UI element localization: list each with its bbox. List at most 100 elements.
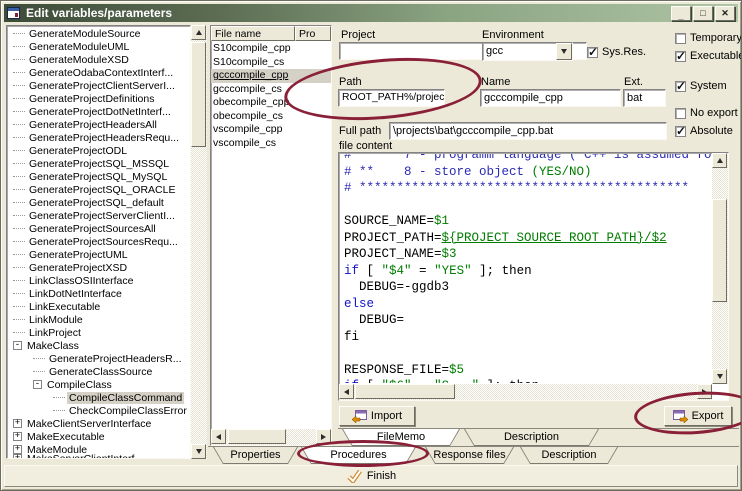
tree-item[interactable]: GenerateProjectHeadersR... (7, 352, 190, 365)
tree-item-label[interactable]: GenerateProjectODL (27, 145, 129, 157)
tab-description[interactable]: Description (520, 447, 618, 464)
tree-item[interactable]: GenerateProjectSQL_ORACLE (7, 183, 190, 196)
expand-icon[interactable]: + (13, 419, 22, 428)
file-list-row[interactable]: gcccompile_cpp (211, 69, 331, 83)
file-content-editor[interactable]: # ** 7 - programm language ( C++ is assu… (340, 154, 711, 383)
maximize-button[interactable]: □ (693, 6, 713, 21)
tree-item[interactable]: GenerateProjectODL (7, 144, 190, 157)
tree-item[interactable]: +MakeExecutable (7, 430, 190, 443)
tree-item-label[interactable]: MakeExecutable (25, 431, 107, 443)
editor-scroll-left-button[interactable] (339, 384, 354, 399)
file-list-row[interactable]: gcccompile_cs (211, 83, 331, 97)
tree-item-label[interactable]: CheckCompileClassError (67, 405, 189, 417)
file-list-row[interactable]: vscompile_cpp (211, 123, 331, 137)
tree-item[interactable]: CompileClassCommand (7, 391, 190, 404)
file-list-row[interactable]: vscompile_cs (211, 137, 331, 151)
tree-item[interactable]: GenerateProjectUML (7, 248, 190, 261)
tree-item-label[interactable]: GenerateModuleUML (27, 41, 131, 53)
editor-scroll-down-button[interactable] (712, 369, 727, 384)
tree-item-label[interactable]: GenerateProjectServerClientI... (27, 210, 177, 222)
tree-item[interactable]: GenerateModuleXSD (7, 53, 190, 66)
tree-item[interactable]: GenerateProjectSQL_MySQL (7, 170, 190, 183)
tree-item-label[interactable]: LinkModule (27, 314, 85, 326)
tree-item[interactable]: LinkClassOSIInterface (7, 274, 190, 287)
tree-item-label[interactable]: MakeClientServerInterface (25, 418, 153, 430)
no-export-checkbox-box[interactable] (675, 108, 686, 119)
tree-item[interactable]: LinkModule (7, 313, 190, 326)
tree-item-label[interactable]: GenerateProjectSQL_ORACLE (27, 184, 178, 196)
tree-item[interactable]: -CompileClass (7, 378, 190, 391)
tree-item-label[interactable]: GenerateProjectSourcesAll (27, 223, 158, 235)
tree-item-label[interactable]: GenerateProjectDotNetInterf... (27, 106, 173, 118)
column-header-pro[interactable]: Pro (295, 26, 331, 41)
name-input[interactable]: gcccompile_cpp (480, 89, 621, 107)
tree-item-label[interactable]: GenerateProjectSourcesRequ... (27, 236, 180, 248)
tree-item[interactable]: GenerateProjectSQL_default (7, 196, 190, 209)
collapse-icon[interactable]: - (33, 380, 42, 389)
tree-item[interactable]: GenerateProjectHeadersAll (7, 118, 190, 131)
import-button[interactable]: Import (339, 406, 415, 426)
tab-filememo[interactable]: FileMemo (342, 429, 460, 446)
tree-item-label[interactable]: GenerateProjectSQL_MySQL (27, 171, 169, 183)
collapse-icon[interactable]: - (13, 341, 22, 350)
tab-description[interactable]: Description (464, 429, 599, 446)
executable-checkbox[interactable]: Executable (675, 50, 742, 62)
tree-item-label[interactable]: LinkClassOSIInterface (27, 275, 135, 287)
tree-item-label[interactable]: MakeClass (25, 340, 81, 352)
tree-item-label[interactable]: GenerateProjectXSD (27, 262, 129, 274)
minimize-button[interactable]: _ (671, 6, 691, 21)
full-path-input[interactable]: \projects\bat\gcccompile_cpp.bat (389, 122, 667, 140)
tree-item-label[interactable]: GenerateProjectDefinitions (27, 93, 156, 105)
finish-button[interactable]: Finish (4, 465, 738, 487)
tree-scrollbar-thumb[interactable] (191, 42, 206, 147)
tree-item[interactable]: GenerateModuleUML (7, 40, 190, 53)
tree-item[interactable]: GenerateOdabaContextInterf... (7, 66, 190, 79)
tree-item[interactable]: GenerateModuleSource (7, 27, 190, 40)
tree-item-label[interactable]: LinkExecutable (27, 301, 102, 313)
tree-item-label[interactable]: GenerateClassSource (47, 366, 154, 378)
file-list-scrollbar-thumb[interactable] (228, 429, 286, 444)
tree-item[interactable]: GenerateProjectSourcesRequ... (7, 235, 190, 248)
temporary-checkbox[interactable]: Temporary (675, 32, 742, 44)
tree-item[interactable]: GenerateProjectSourcesAll (7, 222, 190, 235)
title-bar[interactable]: Edit variables/parameters _ □ ✕ (4, 4, 738, 22)
file-list-horizontal-scrollbar[interactable] (211, 429, 331, 445)
tree-item-label[interactable]: GenerateProjectHeadersRequ... (27, 132, 181, 144)
editor-scroll-up-button[interactable] (712, 153, 727, 168)
environment-dropdown-button[interactable] (556, 43, 572, 60)
tree-item[interactable]: CheckCompileClassError (7, 404, 190, 417)
tab-procedures[interactable]: Procedures (301, 447, 416, 464)
environment-combobox[interactable]: gcc (482, 42, 573, 61)
tree-item[interactable]: -MakeClass (7, 339, 190, 352)
tree-item-label[interactable]: GenerateModuleSource (27, 28, 143, 40)
file-list-row[interactable]: S10compile_cpp (211, 42, 331, 56)
tree-item-label[interactable]: GenerateOdabaContextInterf... (27, 67, 175, 79)
system-checkbox-box[interactable] (675, 81, 686, 92)
tree-item-label[interactable]: GenerateProjectUML (27, 249, 130, 261)
absolute-checkbox[interactable]: Absolute (675, 125, 733, 137)
tree-item[interactable]: GenerateProjectXSD (7, 261, 190, 274)
no-export-checkbox[interactable]: No export (675, 107, 738, 119)
editor-vertical-thumb[interactable] (712, 199, 727, 302)
executable-checkbox-box[interactable] (675, 51, 686, 62)
editor-vertical-scrollbar[interactable] (712, 153, 728, 384)
procedure-tree[interactable]: GenerateModuleSourceGenerateModuleUMLGen… (6, 25, 191, 459)
file-list[interactable]: S10compile_cppS10compile_csgcccompile_cp… (211, 42, 331, 150)
file-list-row[interactable]: obecompile_cs (211, 110, 331, 124)
tree-item[interactable]: +MakeClientServerInterface (7, 417, 190, 430)
export-button[interactable]: Export (664, 406, 732, 426)
tree-item[interactable]: GenerateProjectDotNetInterf... (7, 105, 190, 118)
tree-item[interactable]: +MakeServerClientInterf... (7, 456, 190, 459)
sys-res-checkbox[interactable]: Sys.Res. (587, 46, 646, 58)
tree-vertical-scrollbar[interactable] (191, 25, 207, 459)
tree-item-label[interactable]: GenerateModuleXSD (27, 54, 131, 66)
path-input[interactable]: ROOT_PATH%/projects/bat (338, 89, 445, 107)
tree-item-label[interactable]: GenerateProjectHeadersR... (47, 353, 183, 365)
tree-item-label[interactable]: CompileClassCommand (67, 392, 184, 404)
tree-item[interactable]: LinkDotNetInterface (7, 287, 190, 300)
tree-item-label[interactable]: GenerateProjectSQL_default (27, 197, 166, 209)
column-header-file-name[interactable]: File name (211, 26, 295, 41)
temporary-checkbox-box[interactable] (675, 33, 686, 44)
tree-item[interactable]: GenerateProjectDefinitions (7, 92, 190, 105)
tree-item-label[interactable]: LinkProject (27, 327, 83, 339)
